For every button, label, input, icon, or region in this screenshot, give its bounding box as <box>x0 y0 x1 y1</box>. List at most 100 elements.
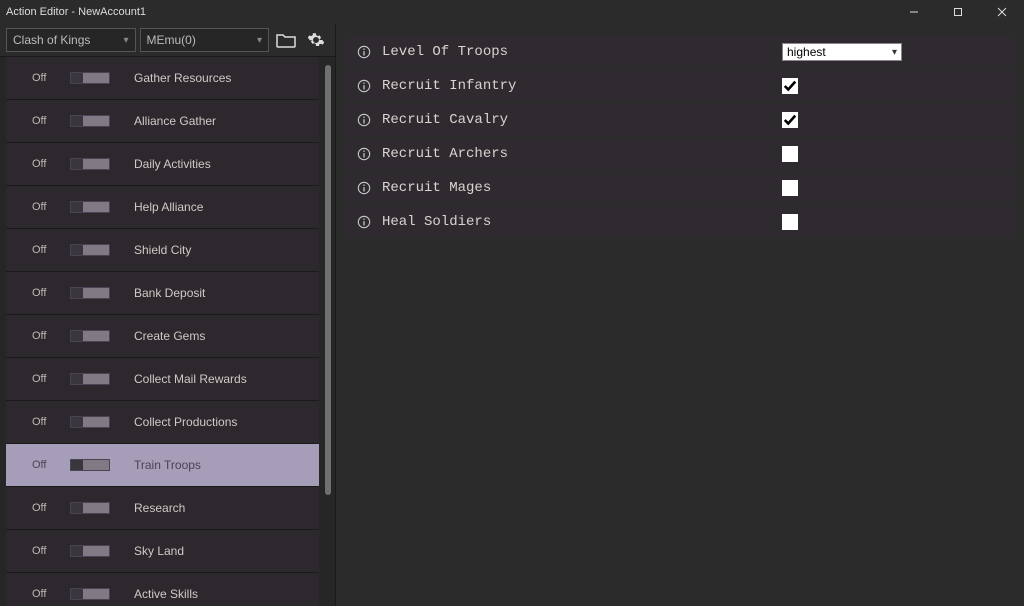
settings-button[interactable] <box>303 28 329 52</box>
action-row[interactable]: Off Collect Mail Rewards <box>6 358 319 401</box>
toggle-state-label: Off <box>32 502 56 514</box>
setting-label: Recruit Infantry <box>382 78 782 94</box>
action-row[interactable]: OffGather Resources <box>6 57 319 100</box>
action-label: Active Skills <box>134 587 198 601</box>
toggle-switch[interactable] <box>70 373 110 385</box>
toggle-switch[interactable] <box>70 72 110 84</box>
open-folder-button[interactable] <box>273 28 299 52</box>
checkbox[interactable] <box>782 78 798 94</box>
chevron-down-icon: ▾ <box>257 35 262 46</box>
toggle-switch[interactable] <box>70 244 110 256</box>
toggle-switch[interactable] <box>70 201 110 213</box>
toggle-state-label: Off <box>32 373 56 385</box>
setting-row: Recruit Mages <box>346 172 1014 204</box>
toggle-state-label: Off <box>32 287 56 299</box>
toggle-state-label: Off <box>32 459 56 471</box>
maximize-button[interactable] <box>936 0 980 24</box>
toggle-state-label: Off <box>32 72 56 84</box>
emulator-select[interactable]: MEmu(0) ▾ <box>140 28 270 52</box>
action-label: Research <box>134 501 185 515</box>
toggle-switch[interactable] <box>70 287 110 299</box>
setting-row: Recruit Cavalry <box>346 104 1014 136</box>
toggle-switch[interactable] <box>70 158 110 170</box>
checkbox[interactable] <box>782 146 798 162</box>
setting-label: Heal Soldiers <box>382 214 782 230</box>
action-row[interactable]: OffBank Deposit <box>6 272 319 315</box>
setting-row: Recruit Archers <box>346 138 1014 170</box>
toggle-switch[interactable] <box>70 115 110 127</box>
toggle-knob <box>71 374 83 384</box>
toggle-knob <box>71 73 83 83</box>
level-of-troops-select[interactable]: highest▾ <box>782 43 902 61</box>
action-row[interactable]: Off Collect Productions <box>6 401 319 444</box>
chevron-down-icon: ▾ <box>123 35 128 46</box>
toggle-switch[interactable] <box>70 502 110 514</box>
info-icon[interactable] <box>356 44 372 60</box>
scrollbar[interactable] <box>325 61 331 602</box>
action-label: Train Troops <box>134 458 201 472</box>
action-label: Collect Productions <box>134 415 237 429</box>
minimize-button[interactable] <box>892 0 936 24</box>
action-label: Help Alliance <box>134 200 203 214</box>
action-label: Create Gems <box>134 329 205 343</box>
toggle-state-label: Off <box>32 545 56 557</box>
toggle-switch[interactable] <box>70 459 110 471</box>
toggle-state-label: Off <box>32 201 56 213</box>
setting-label: Recruit Mages <box>382 180 782 196</box>
toggle-knob <box>71 417 83 427</box>
toggle-switch[interactable] <box>70 588 110 600</box>
info-icon[interactable] <box>356 180 372 196</box>
action-row[interactable]: Off Help Alliance <box>6 186 319 229</box>
checkbox[interactable] <box>782 180 798 196</box>
toggle-knob <box>71 503 83 513</box>
toggle-state-label: Off <box>32 588 56 600</box>
setting-label: Recruit Archers <box>382 146 782 162</box>
action-row[interactable]: Off Train Troops <box>6 444 319 487</box>
info-icon[interactable] <box>356 78 372 94</box>
toggle-state-label: Off <box>32 115 56 127</box>
toggle-knob <box>71 288 83 298</box>
window-controls <box>892 0 1024 24</box>
toggle-state-label: Off <box>32 330 56 342</box>
action-list-scroll: OffGather ResourcesOffAlliance GatherOff… <box>0 56 335 606</box>
info-icon[interactable] <box>356 214 372 230</box>
action-row[interactable]: OffAlliance Gather <box>6 100 319 143</box>
game-select-value: Clash of Kings <box>13 33 90 47</box>
action-row[interactable]: Off Research <box>6 487 319 530</box>
setting-row: Recruit Infantry <box>346 70 1014 102</box>
emulator-select-value: MEmu(0) <box>147 33 196 47</box>
action-row[interactable]: Off Active Skills <box>6 573 319 606</box>
toggle-switch[interactable] <box>70 330 110 342</box>
toggle-knob <box>71 589 83 599</box>
titlebar: Action Editor - NewAccount1 <box>0 0 1024 24</box>
left-panel: Clash of Kings ▾ MEmu(0) ▾ OffGather Res… <box>0 24 336 606</box>
toggle-knob <box>71 331 83 341</box>
setting-row: Level Of Troopshighest▾ <box>346 36 1014 68</box>
checkbox[interactable] <box>782 112 798 128</box>
toggle-state-label: Off <box>32 244 56 256</box>
toggle-state-label: Off <box>32 416 56 428</box>
chevron-down-icon: ▾ <box>892 47 897 58</box>
action-label: Collect Mail Rewards <box>134 372 247 386</box>
info-icon[interactable] <box>356 146 372 162</box>
game-select[interactable]: Clash of Kings ▾ <box>6 28 136 52</box>
toggle-knob <box>71 159 83 169</box>
checkbox[interactable] <box>782 214 798 230</box>
action-row[interactable]: OffSky Land <box>6 530 319 573</box>
action-row[interactable]: OffDaily Activities <box>6 143 319 186</box>
setting-label: Level Of Troops <box>382 44 782 60</box>
close-button[interactable] <box>980 0 1024 24</box>
action-label: Shield City <box>134 243 191 257</box>
info-icon[interactable] <box>356 112 372 128</box>
toggle-switch[interactable] <box>70 416 110 428</box>
setting-row: Heal Soldiers <box>346 206 1014 238</box>
toggle-knob <box>71 116 83 126</box>
toggle-knob <box>71 460 83 470</box>
action-row[interactable]: Off Shield City <box>6 229 319 272</box>
scrollbar-thumb[interactable] <box>325 65 331 495</box>
toggle-knob <box>71 245 83 255</box>
settings-panel: Level Of Troopshighest▾ Recruit Infantry R… <box>336 24 1024 606</box>
window-title: Action Editor - NewAccount1 <box>6 6 146 18</box>
toggle-switch[interactable] <box>70 545 110 557</box>
action-row[interactable]: Off Create Gems <box>6 315 319 358</box>
